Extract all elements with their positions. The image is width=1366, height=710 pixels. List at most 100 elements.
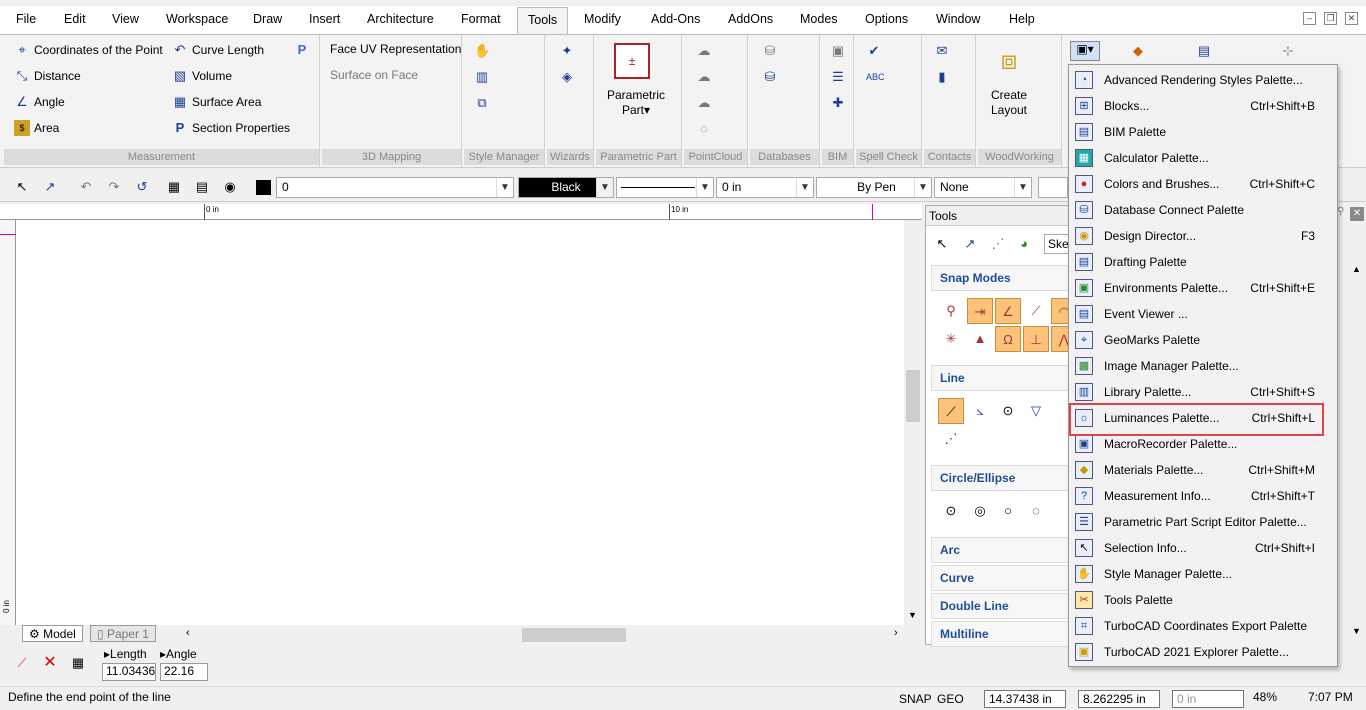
- palette-close-icon[interactable]: ✕: [1350, 207, 1364, 221]
- menu-item-environments[interactable]: ▣ Environments Palette... Ctrl+Shift+E: [1069, 275, 1337, 301]
- hscroll-thumb[interactable]: [522, 628, 626, 642]
- canvas-vertical-scrollbar[interactable]: ▼: [904, 220, 922, 625]
- curve-length-button[interactable]: ↶ Curve Length: [172, 42, 265, 58]
- line-single-icon[interactable]: ⟋: [938, 398, 964, 424]
- menu-item-measurement-info[interactable]: ? Measurement Info... Ctrl+Shift+T: [1069, 483, 1337, 509]
- menu-item-image-manager[interactable]: ▩ Image Manager Palette...: [1069, 353, 1337, 379]
- menu-item-style-manager[interactable]: ✋ Style Manager Palette...: [1069, 561, 1337, 587]
- menu-view[interactable]: View: [112, 12, 139, 26]
- layer-select[interactable]: 0 ▼: [276, 177, 514, 198]
- snap-magnet-icon[interactable]: Ω: [995, 326, 1021, 352]
- menu-item-drafting[interactable]: ▤ Drafting Palette: [1069, 249, 1337, 275]
- style-grid-icon[interactable]: ▥: [474, 69, 490, 85]
- menu-item-colors-brushes[interactable]: ● Colors and Brushes... Ctrl+Shift+C: [1069, 171, 1337, 197]
- pen-select[interactable]: By Pen ▼: [816, 177, 932, 198]
- scroll-right-icon[interactable]: ›: [894, 627, 898, 639]
- pointcloud-2-icon[interactable]: ☁: [696, 69, 712, 85]
- menu-architecture[interactable]: Architecture: [367, 12, 434, 26]
- bim-icon[interactable]: ▣: [830, 43, 846, 59]
- visibility-eye-icon[interactable]: ◉: [222, 179, 238, 195]
- drawing-canvas[interactable]: [16, 220, 904, 625]
- palette-select-icon[interactable]: ↖: [934, 236, 950, 252]
- globe-icon[interactable]: ◕: [1016, 236, 1032, 252]
- menu-item-explorer[interactable]: ▣ TurboCAD 2021 Explorer Palette...: [1069, 639, 1337, 665]
- tab-paper-1[interactable]: ▯ Paper 1: [90, 625, 156, 642]
- palette-edit-icon[interactable]: ↗: [962, 236, 978, 252]
- parametric-part-icon[interactable]: ±: [614, 43, 650, 79]
- menu-item-script-editor[interactable]: ☰ Parametric Part Script Editor Palette..…: [1069, 509, 1337, 535]
- circle-concentric-icon[interactable]: ◎: [967, 498, 993, 524]
- scroll-left-icon[interactable]: ‹: [186, 627, 190, 639]
- inspector-table-icon[interactable]: ▦: [70, 655, 86, 671]
- snap-midpoint-icon[interactable]: ⟋: [1023, 298, 1049, 324]
- cancel-icon[interactable]: ✕: [42, 655, 58, 671]
- menu-window[interactable]: Window: [936, 12, 980, 26]
- vscroll-thumb[interactable]: [906, 370, 920, 422]
- y-coordinate-field[interactable]: 8.262295 in: [1078, 690, 1160, 708]
- menu-item-materials[interactable]: ◆ Materials Palette... Ctrl+Shift+M: [1069, 457, 1337, 483]
- line-point-icon[interactable]: ⊙: [995, 398, 1021, 424]
- pattern-select[interactable]: None ▼: [934, 177, 1032, 198]
- angle-input[interactable]: 22.16: [160, 663, 208, 681]
- menu-item-selection-info[interactable]: ↖ Selection Info... Ctrl+Shift+I: [1069, 535, 1337, 561]
- snap-angle-icon[interactable]: ∠: [995, 298, 1021, 324]
- document-icon[interactable]: ▤: [1196, 43, 1212, 59]
- section-snap-modes[interactable]: Snap Modes: [931, 265, 1071, 291]
- menu-help[interactable]: Help: [1009, 12, 1035, 26]
- restore-button[interactable]: ❐: [1324, 12, 1337, 25]
- palette-scrollbar[interactable]: ▲ ▼: [1348, 262, 1365, 642]
- line-width-select[interactable]: 0 in ▼: [716, 177, 814, 198]
- snap-toggle[interactable]: SNAP: [899, 692, 932, 706]
- menu-item-blocks[interactable]: ⊞ Blocks... Ctrl+Shift+B: [1069, 93, 1337, 119]
- menu-format[interactable]: Format: [461, 12, 501, 26]
- menu-modes[interactable]: Modes: [800, 12, 838, 26]
- menu-workspace[interactable]: Workspace: [166, 12, 228, 26]
- area-button[interactable]: $ Area: [14, 120, 59, 136]
- render-icon[interactable]: ◆: [1130, 43, 1146, 59]
- abc-icon[interactable]: ABC: [866, 69, 885, 85]
- extra-field[interactable]: [1038, 177, 1068, 198]
- menu-insert[interactable]: Insert: [309, 12, 340, 26]
- section-curve[interactable]: Curve: [931, 565, 1071, 591]
- scroll-up-icon[interactable]: ▲: [1352, 264, 1361, 274]
- menu-item-bim-palette[interactable]: ▤ BIM Palette: [1069, 119, 1337, 145]
- face-uv-button[interactable]: Face UV Representation: [330, 42, 461, 56]
- snap-triangle-icon[interactable]: ▲: [967, 326, 993, 352]
- menu-options[interactable]: Options: [865, 12, 908, 26]
- contacts-book-icon[interactable]: ▮: [934, 69, 950, 85]
- geo-toggle[interactable]: GEO: [937, 692, 964, 706]
- snap-arrow-icon[interactable]: ⇥: [967, 298, 993, 324]
- wizard-object-icon[interactable]: ◈: [559, 69, 575, 85]
- surface-on-face-button[interactable]: Surface on Face: [330, 68, 418, 82]
- target-icon[interactable]: ⊹: [1280, 43, 1296, 59]
- z-coordinate-field[interactable]: 0 in: [1172, 690, 1244, 708]
- close-button[interactable]: ✕: [1345, 12, 1358, 25]
- edit-tool-icon[interactable]: ↗: [42, 179, 58, 195]
- pointcloud-3-icon[interactable]: ☁: [696, 95, 712, 111]
- line-polygon-icon[interactable]: ▽: [1023, 398, 1049, 424]
- style-icon[interactable]: ✋: [474, 43, 490, 59]
- bim-list-icon[interactable]: ☰: [830, 69, 846, 85]
- length-input[interactable]: 11.03436: [102, 663, 156, 681]
- line-construction-icon[interactable]: ⋰: [938, 426, 964, 452]
- line-polyline-icon[interactable]: ⦣: [967, 398, 993, 424]
- menu-edit[interactable]: Edit: [64, 12, 86, 26]
- database-dropdown-icon[interactable]: ⛁: [762, 69, 778, 85]
- create-layout-icon[interactable]: ⧈: [992, 45, 1026, 79]
- scroll-down-icon[interactable]: ▼: [908, 610, 917, 620]
- snap-vertex-icon[interactable]: ⚲: [938, 298, 964, 324]
- line-style-select[interactable]: ▼: [616, 177, 714, 198]
- menu-add-ons[interactable]: Add-Ons: [651, 12, 700, 26]
- undo-icon[interactable]: ↶: [78, 179, 94, 195]
- menu-item-advanced-rendering[interactable]: ◔ Advanced Rendering Styles Palette...: [1069, 67, 1337, 93]
- mail-icon[interactable]: ✉: [934, 43, 950, 59]
- menu-item-coordinates-export[interactable]: ⌗ TurboCAD Coordinates Export Palette: [1069, 613, 1337, 639]
- section-double-line[interactable]: Double Line: [931, 593, 1071, 619]
- loop-icon[interactable]: ↺: [134, 179, 150, 195]
- circle-center-icon[interactable]: ⊙: [938, 498, 964, 524]
- table-icon[interactable]: ▦: [166, 179, 182, 195]
- surface-area-button[interactable]: ▦ Surface Area: [172, 94, 262, 110]
- properties-p-button[interactable]: P: [294, 42, 310, 58]
- line-tool-icon[interactable]: ⟋: [14, 655, 30, 671]
- section-circle-ellipse[interactable]: Circle/Ellipse: [931, 465, 1071, 491]
